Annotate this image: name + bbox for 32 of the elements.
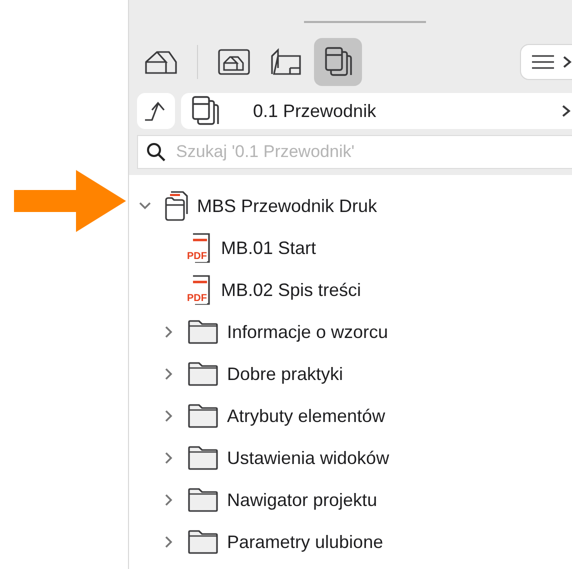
pointer-arrow-icon [14,170,126,232]
tree-item-label[interactable]: MB.02 Spis treści [221,280,362,300]
tree-item-label[interactable]: Parametry ulubione [227,532,384,552]
tree-item-label[interactable]: MB.01 Start [221,238,316,258]
chevron-right-icon [561,55,572,69]
folder-icon [187,445,219,471]
tree-item-label[interactable]: Nawigator projektu [227,490,378,510]
house-icon [144,49,178,75]
tree-item-label[interactable]: Ustawienia widoków [227,448,390,468]
search-icon [146,142,166,162]
stacked-pages-icon [324,46,352,78]
folder-icon [187,319,219,345]
framed-house-icon [218,49,250,75]
folder-icon [187,361,219,387]
drag-handle[interactable] [304,21,426,23]
search-field[interactable]: Szukaj '0.1 Przewodnik' [137,135,572,169]
layout-sheet-icon [270,48,302,76]
folder-icon [187,403,219,429]
tree-item-label[interactable]: Informacje o wzorcu [227,322,388,342]
menu-icon [531,54,555,70]
document-set-icon [163,190,189,222]
path-selector-button[interactable]: 0.1 Przewodnik [181,93,572,129]
folder-icon [187,529,219,555]
tree-item-label[interactable]: Dobre praktyki [227,364,344,384]
stacked-pages-icon [191,95,219,127]
folder-icon [187,487,219,513]
toolbar-tab-button[interactable] [314,38,362,86]
up-level-button[interactable] [137,93,175,129]
chevron-right-icon [560,104,572,118]
menu-button[interactable] [520,44,572,80]
tree-item-label[interactable]: MBS Przewodnik Druk [197,196,378,216]
tree-item-label[interactable]: Atrybuty elementów [227,406,386,426]
